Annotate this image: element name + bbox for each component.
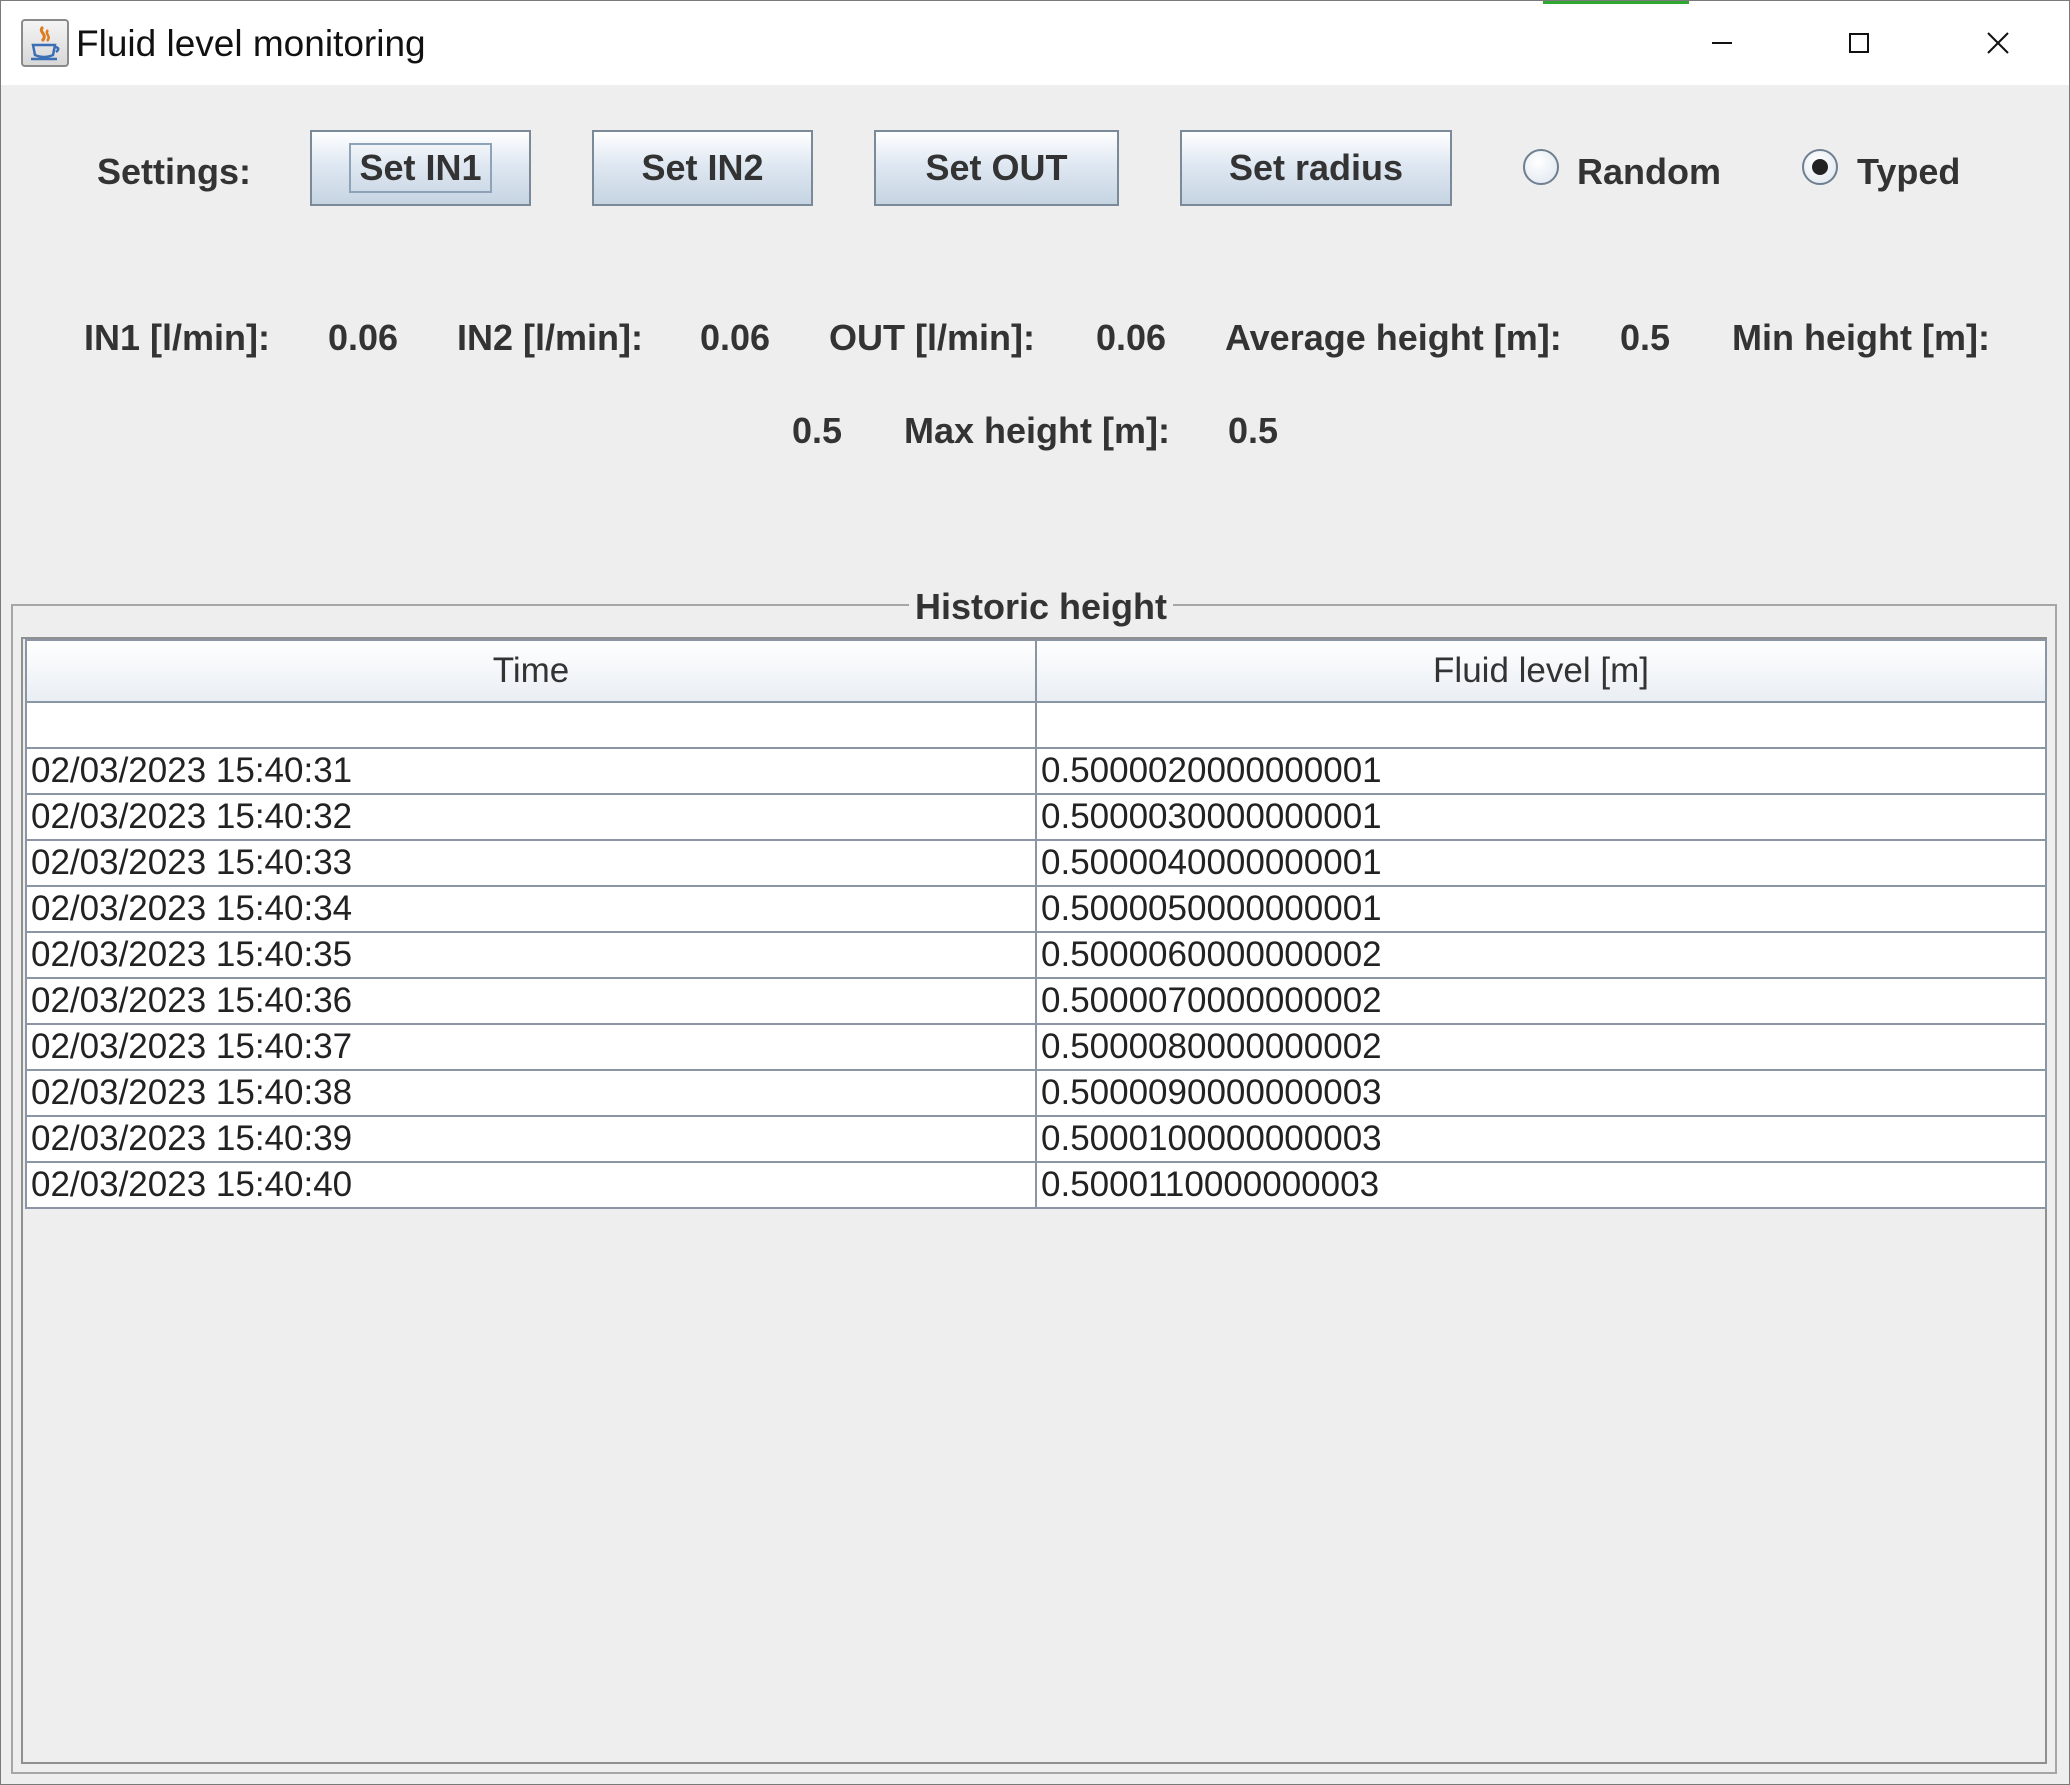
in2-label: IN2 [l/min]: xyxy=(457,317,643,358)
fluid-level-cell[interactable]: 0.5000030000000001 xyxy=(1035,793,2047,841)
time-cell[interactable]: 02/03/2023 15:40:32 xyxy=(25,793,1037,841)
main-window: Fluid level monitoring Settings: Set IN1… xyxy=(0,0,2070,1785)
time-cell[interactable]: 02/03/2023 15:40:38 xyxy=(25,1069,1037,1117)
fluid-level-cell[interactable] xyxy=(1035,701,2047,749)
random-radio[interactable] xyxy=(1523,149,1559,185)
in1-label: IN1 [l/min]: xyxy=(84,317,270,358)
title-bar[interactable]: Fluid level monitoring xyxy=(1,1,2069,85)
settings-label: Settings: xyxy=(97,151,252,192)
minimize-button[interactable] xyxy=(1677,13,1767,73)
table-row[interactable]: 02/03/2023 15:40:35 0.5000060000000002 xyxy=(25,931,2047,979)
time-cell[interactable]: 02/03/2023 15:40:36 xyxy=(25,977,1037,1025)
set-out-label: Set OUT xyxy=(925,147,1068,188)
table-row[interactable]: 02/03/2023 15:40:34 0.5000050000000001 xyxy=(25,885,2047,933)
set-in1-button[interactable]: Set IN1 xyxy=(310,130,531,206)
time-cell[interactable]: 02/03/2023 15:40:39 xyxy=(25,1115,1037,1163)
random-radio-label[interactable]: Random xyxy=(1577,151,1721,193)
time-cell[interactable]: 02/03/2023 15:40:34 xyxy=(25,885,1037,933)
close-icon xyxy=(1987,32,2009,54)
in2-value: 0.06 xyxy=(700,317,771,358)
min-height-value: 0.5 xyxy=(792,410,843,451)
fluid-level-cell[interactable]: 0.5000090000000003 xyxy=(1035,1069,2047,1117)
set-in2-label: Set IN2 xyxy=(641,147,764,188)
in1-value: 0.06 xyxy=(328,317,399,358)
fluid-level-cell[interactable]: 0.5000110000000003 xyxy=(1035,1161,2047,1209)
set-in2-button[interactable]: Set IN2 xyxy=(592,130,813,206)
max-height-value: 0.5 xyxy=(1228,410,1279,451)
set-radius-label: Set radius xyxy=(1228,147,1404,188)
table-row[interactable]: 02/03/2023 15:40:32 0.5000030000000001 xyxy=(25,793,2047,841)
time-cell[interactable]: 02/03/2023 15:40:37 xyxy=(25,1023,1037,1071)
table-row[interactable]: 02/03/2023 15:40:36 0.5000070000000002 xyxy=(25,977,2047,1025)
table-row[interactable]: 02/03/2023 15:40:39 0.5000100000000003 xyxy=(25,1115,2047,1163)
typed-radio-label[interactable]: Typed xyxy=(1857,151,1960,193)
fluid-level-cell[interactable]: 0.5000060000000002 xyxy=(1035,931,2047,979)
table-row[interactable]: 02/03/2023 15:40:31 0.5000020000000001 xyxy=(25,747,2047,795)
maximize-button[interactable] xyxy=(1814,13,1904,73)
history-table-scrollpane[interactable]: Time Fluid level [m] 02/03/2023 15:40:31… xyxy=(21,637,2047,1764)
out-label: OUT [l/min]: xyxy=(829,317,1035,358)
java-coffee-icon[interactable] xyxy=(21,19,69,67)
set-in1-label: Set IN1 xyxy=(349,143,492,193)
table-row[interactable]: 02/03/2023 15:40:38 0.5000090000000003 xyxy=(25,1069,2047,1117)
set-radius-button[interactable]: Set radius xyxy=(1180,130,1452,206)
column-header-fluid-level[interactable]: Fluid level [m] xyxy=(1035,639,2047,703)
time-cell[interactable]: 02/03/2023 15:40:31 xyxy=(25,747,1037,795)
time-cell[interactable]: 02/03/2023 15:40:35 xyxy=(25,931,1037,979)
typed-radio-dot xyxy=(1812,159,1828,175)
table-row[interactable]: 02/03/2023 15:40:40 0.5000110000000003 xyxy=(25,1161,2047,1209)
table-row[interactable] xyxy=(25,701,2047,749)
time-cell[interactable]: 02/03/2023 15:40:40 xyxy=(25,1161,1037,1209)
fluid-level-cell[interactable]: 0.5000020000000001 xyxy=(1035,747,2047,795)
fluid-level-cell[interactable]: 0.5000100000000003 xyxy=(1035,1115,2047,1163)
window-title: Fluid level monitoring xyxy=(76,23,426,64)
taskbar-accent xyxy=(1543,1,1689,4)
fluid-level-cell[interactable]: 0.5000070000000002 xyxy=(1035,977,2047,1025)
avg-height-label: Average height [m]: xyxy=(1225,317,1562,358)
time-cell[interactable] xyxy=(25,701,1037,749)
historic-height-title: Historic height xyxy=(909,586,1174,628)
set-out-button[interactable]: Set OUT xyxy=(874,130,1119,206)
column-header-time[interactable]: Time xyxy=(25,639,1037,703)
fluid-level-cell[interactable]: 0.5000050000000001 xyxy=(1035,885,2047,933)
max-height-label: Max height [m]: xyxy=(904,410,1170,451)
history-table[interactable]: Time Fluid level [m] 02/03/2023 15:40:31… xyxy=(25,639,2047,1209)
table-row[interactable]: 02/03/2023 15:40:33 0.5000040000000001 xyxy=(25,839,2047,887)
minimize-icon xyxy=(1712,42,1732,44)
out-value: 0.06 xyxy=(1096,317,1167,358)
table-header-row: Time Fluid level [m] xyxy=(25,639,2047,703)
time-cell[interactable]: 02/03/2023 15:40:33 xyxy=(25,839,1037,887)
typed-radio[interactable] xyxy=(1802,149,1838,185)
close-button[interactable] xyxy=(1953,13,2043,73)
maximize-icon xyxy=(1849,33,1869,53)
min-height-label: Min height [m]: xyxy=(1732,317,1990,358)
table-row[interactable]: 02/03/2023 15:40:37 0.5000080000000002 xyxy=(25,1023,2047,1071)
avg-height-value: 0.5 xyxy=(1620,317,1671,358)
fluid-level-cell[interactable]: 0.5000080000000002 xyxy=(1035,1023,2047,1071)
fluid-level-cell[interactable]: 0.5000040000000001 xyxy=(1035,839,2047,887)
